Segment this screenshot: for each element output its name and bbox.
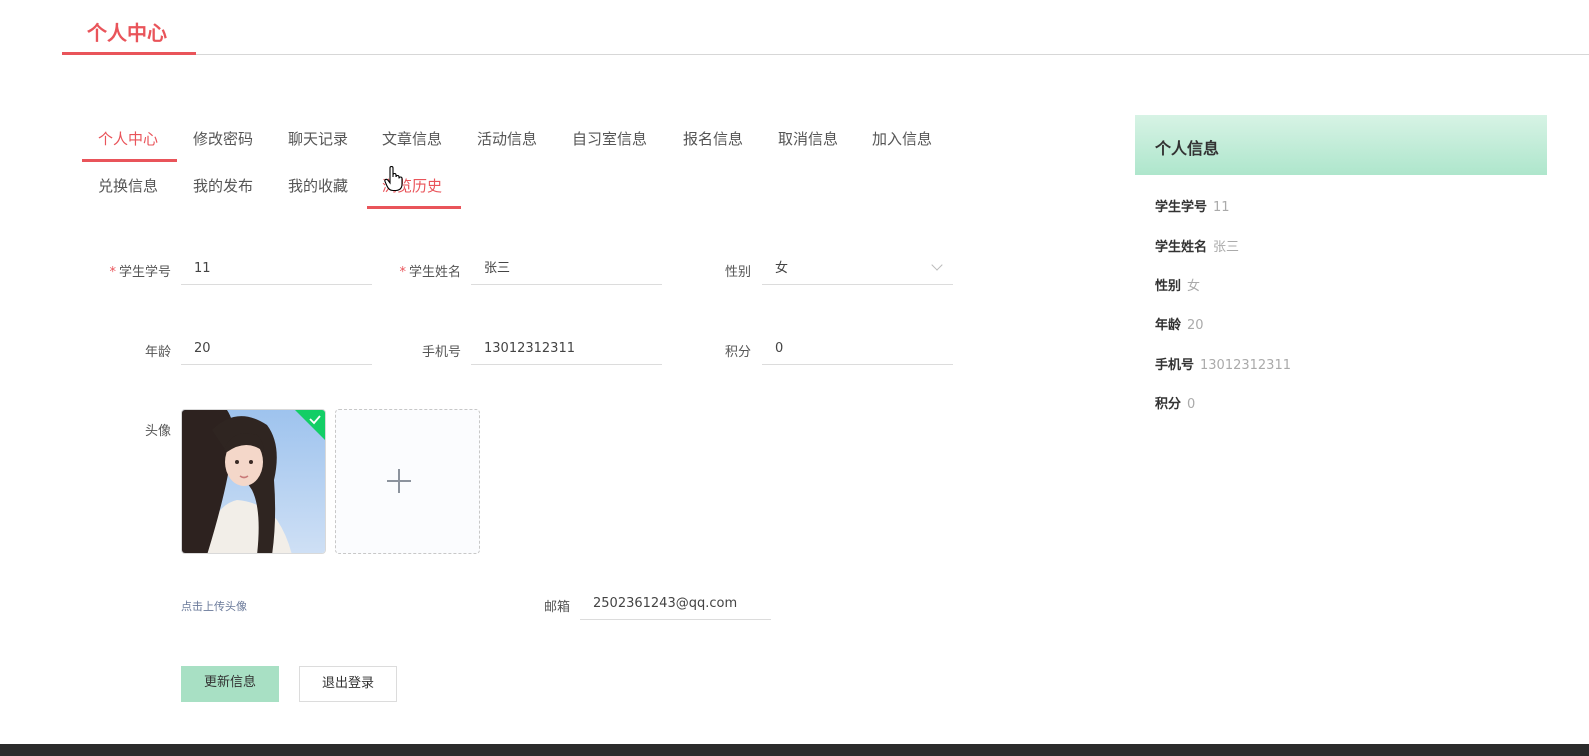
- phone-label: 手机号: [421, 345, 461, 360]
- tab-cancel-info[interactable]: 取消信息: [778, 128, 838, 149]
- avatar-thumbnail[interactable]: [181, 409, 326, 554]
- tab-change-password[interactable]: 修改密码: [193, 128, 253, 149]
- tab-activity-info[interactable]: 活动信息: [477, 128, 537, 149]
- active-tab-indicator: [82, 159, 177, 162]
- tab-my-favorites[interactable]: 我的收藏: [288, 175, 348, 196]
- bottom-bar: [0, 744, 1589, 756]
- gender-select[interactable]: 女: [762, 255, 953, 285]
- info-row-age: 年龄 20: [1155, 318, 1204, 333]
- hand-pointer-icon: [384, 166, 403, 192]
- page-title: 个人中心: [87, 21, 167, 45]
- email-label: 邮箱: [543, 600, 570, 615]
- header-divider: [196, 54, 1589, 55]
- check-icon: [295, 410, 325, 440]
- age-input[interactable]: 20: [181, 335, 372, 365]
- tab-my-posts[interactable]: 我的发布: [193, 175, 253, 196]
- email-input[interactable]: 2502361243@qq.com: [580, 590, 771, 620]
- tab-join-info[interactable]: 加入信息: [872, 128, 932, 149]
- avatar-label: 头像: [144, 424, 171, 439]
- age-label: 年龄: [144, 345, 171, 360]
- student-name-label: * 学生姓名: [399, 265, 461, 280]
- tab-article-info[interactable]: 文章信息: [382, 128, 442, 149]
- student-id-label: * 学生学号: [109, 265, 171, 280]
- upload-avatar-hint[interactable]: 点击上传头像: [181, 598, 247, 614]
- student-id-input[interactable]: 11: [181, 255, 372, 285]
- info-row-student-name: 学生姓名 张三: [1155, 240, 1240, 255]
- tab-signup-info[interactable]: 报名信息: [683, 128, 743, 149]
- points-label: 积分: [724, 345, 751, 360]
- tab-study-room-info[interactable]: 自习室信息: [572, 128, 647, 149]
- info-row-points: 积分 0: [1155, 397, 1196, 412]
- update-info-button[interactable]: 更新信息: [181, 666, 279, 702]
- avatar-upload-button[interactable]: [335, 409, 480, 554]
- info-row-phone: 手机号 13012312311: [1155, 358, 1291, 373]
- panel-title: 个人信息: [1155, 139, 1220, 158]
- gender-label: 性别: [724, 265, 751, 280]
- student-name-input[interactable]: 张三: [471, 255, 662, 285]
- info-row-student-id: 学生学号 11: [1155, 200, 1230, 215]
- personal-info-panel-header: 个人信息: [1135, 115, 1547, 175]
- info-row-gender: 性别女: [1155, 279, 1201, 294]
- tab-personal-center[interactable]: 个人中心: [98, 128, 158, 149]
- tab-exchange-info[interactable]: 兑换信息: [98, 175, 158, 196]
- points-input[interactable]: 0: [762, 335, 953, 365]
- title-underline: [62, 52, 196, 55]
- phone-input[interactable]: 13012312311: [471, 335, 662, 365]
- hover-tab-indicator: [367, 206, 461, 209]
- logout-button[interactable]: 退出登录: [299, 666, 397, 702]
- tab-chat-history[interactable]: 聊天记录: [288, 128, 348, 149]
- chevron-down-icon: [931, 259, 943, 271]
